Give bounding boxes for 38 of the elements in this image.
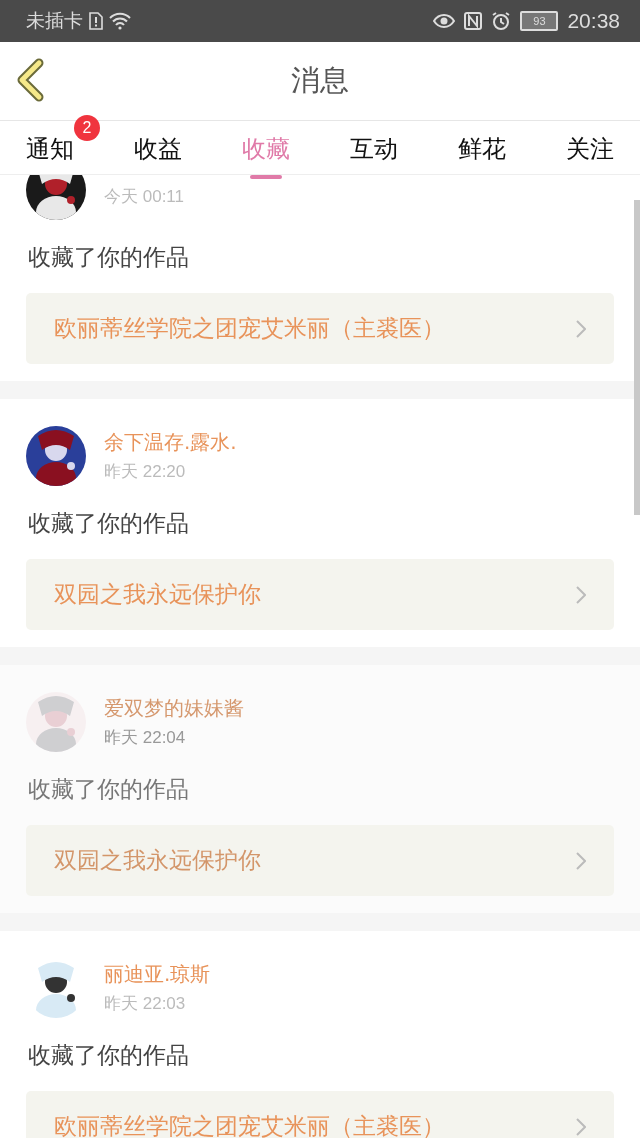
action-text: 收藏了你的作品 xyxy=(28,509,190,538)
sim-alert-icon xyxy=(89,12,103,30)
eye-icon xyxy=(433,13,456,29)
battery-icon: 93 xyxy=(520,11,559,31)
tab[interactable]: 互动 xyxy=(350,121,398,175)
timestamp: 昨天 22:04 xyxy=(104,727,187,749)
chevron-right-icon xyxy=(576,319,586,338)
message-card[interactable]: 爱双梦的妹妹酱 昨天 22:04 收藏了你的作品 双园之我永远保护你 xyxy=(0,665,640,913)
timestamp: 昨天 22:20 xyxy=(104,461,187,483)
clock-text: 20:38 xyxy=(567,9,620,33)
chevron-right-icon xyxy=(576,585,586,604)
tab[interactable]: 通知 xyxy=(26,121,74,175)
tab[interactable]: 收益 xyxy=(134,121,182,175)
user-name[interactable]: 爱双梦的妹妹酱 xyxy=(104,695,244,722)
nfc-icon xyxy=(464,12,483,30)
chevron-right-icon xyxy=(576,851,586,870)
message-card[interactable]: 丽迪亚.琼斯 昨天 22:03 收藏了你的作品 欧丽蒂丝学院之团宠艾米丽（主裘医） xyxy=(0,931,640,1138)
work-link[interactable]: 双园之我永远保护你 xyxy=(26,559,614,630)
action-text: 收藏了你的作品 xyxy=(28,243,190,272)
work-link[interactable]: 欧丽蒂丝学院之团宠艾米丽（主裘医） xyxy=(26,293,614,364)
action-text: 收藏了你的作品 xyxy=(28,775,190,804)
alarm-icon xyxy=(491,11,512,31)
page-title: 消息 xyxy=(291,62,349,99)
tab[interactable]: 鲜花 xyxy=(458,121,506,175)
timestamp: 今天 00:11 xyxy=(104,186,184,208)
unread-badge: 2 xyxy=(74,115,100,141)
work-link[interactable]: 欧丽蒂丝学院之团宠艾米丽（主裘医） xyxy=(26,1091,614,1138)
message-card[interactable]: 今天 00:11 收藏了你的作品 欧丽蒂丝学院之团宠艾米丽（主裘医） xyxy=(0,175,640,381)
user-name[interactable]: 余下温存.露水. xyxy=(104,429,237,456)
wifi-icon xyxy=(109,12,131,30)
tab[interactable]: 关注 xyxy=(566,121,614,175)
work-link[interactable]: 双园之我永远保护你 xyxy=(26,825,614,896)
message-card[interactable]: 余下温存.露水. 昨天 22:20 收藏了你的作品 双园之我永远保护你 xyxy=(0,399,640,647)
action-text: 收藏了你的作品 xyxy=(28,1041,190,1070)
user-name[interactable]: 丽迪亚.琼斯 xyxy=(104,961,211,988)
chevron-right-icon xyxy=(576,1117,586,1136)
carrier-text: 未插卡 xyxy=(26,8,83,33)
timestamp: 昨天 22:03 xyxy=(104,993,187,1015)
